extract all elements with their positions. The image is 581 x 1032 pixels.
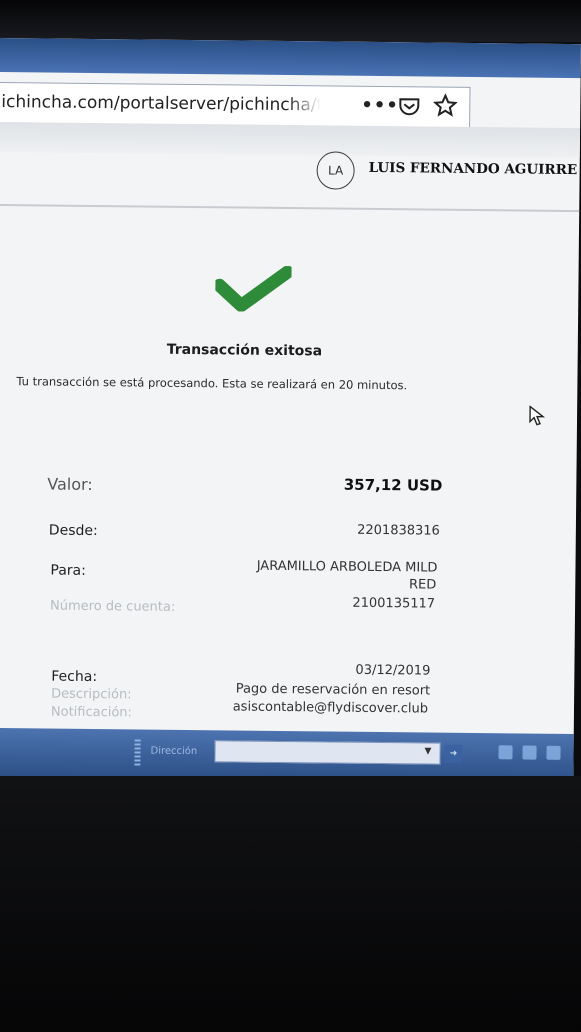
bookmark-star-icon[interactable] (433, 93, 458, 118)
monitor-bezel (0, 0, 581, 42)
cuenta-value: 2100135117 (352, 595, 436, 612)
url-fade (287, 90, 322, 121)
para-value-line1: JARAMILLO ARBOLEDA MILD (256, 558, 438, 576)
fecha-label: Fecha: (51, 668, 98, 686)
desde-value: 2201838316 (357, 522, 440, 539)
go-arrow-icon[interactable]: ➜ (444, 744, 463, 763)
browser-window: ichincha.com/portalserver/pichincha/tran… (0, 38, 581, 783)
tray-volume-icon[interactable] (522, 745, 537, 760)
tray-network-icon[interactable] (498, 745, 513, 760)
valor-label: Valor: (47, 474, 93, 494)
tray-clock-icon[interactable] (546, 745, 561, 760)
status-message: Tu transacción se está procesando. Esta … (16, 374, 408, 393)
fecha-value: 03/12/2019 (355, 662, 431, 679)
mouse-cursor-icon (529, 405, 546, 426)
descripcion-value: Pago de reservación en resort (235, 681, 431, 699)
descripcion-label: Descripción: (51, 686, 132, 703)
chevron-down-icon[interactable]: ▼ (424, 746, 431, 756)
toolbar-grip[interactable] (134, 739, 141, 766)
address-toolbar-label: Dirección (150, 745, 198, 758)
desde-label: Desde: (48, 522, 98, 540)
para-value-line2: RED (408, 577, 437, 593)
monitor-lower-bezel (0, 776, 581, 1032)
valor-value: 357,12 USD (343, 475, 443, 495)
avatar[interactable]: LA (316, 151, 355, 190)
page-header-shade (0, 121, 581, 159)
cuenta-label: Número de cuenta: (49, 598, 176, 615)
notificacion-label: Notificación: (50, 704, 133, 721)
pocket-icon[interactable] (398, 96, 420, 116)
checkmark-icon (215, 265, 292, 313)
address-toolbar-input[interactable] (214, 740, 441, 765)
browser-tab-strip (0, 38, 581, 79)
windows-taskbar: Dirección ▼ ➜ (0, 727, 574, 783)
notificacion-value: asiscontable@flydiscover.club (232, 699, 429, 717)
para-label: Para: (50, 562, 86, 579)
user-name[interactable]: LUIS FERNANDO AGUIRRE A (369, 160, 581, 178)
page-actions-button[interactable]: ••• (361, 95, 399, 116)
header-divider (0, 203, 580, 213)
url-text[interactable]: ichincha.com/portalserver/pichincha/tran… (1, 92, 319, 115)
status-title: Transacción exitosa (166, 341, 323, 360)
